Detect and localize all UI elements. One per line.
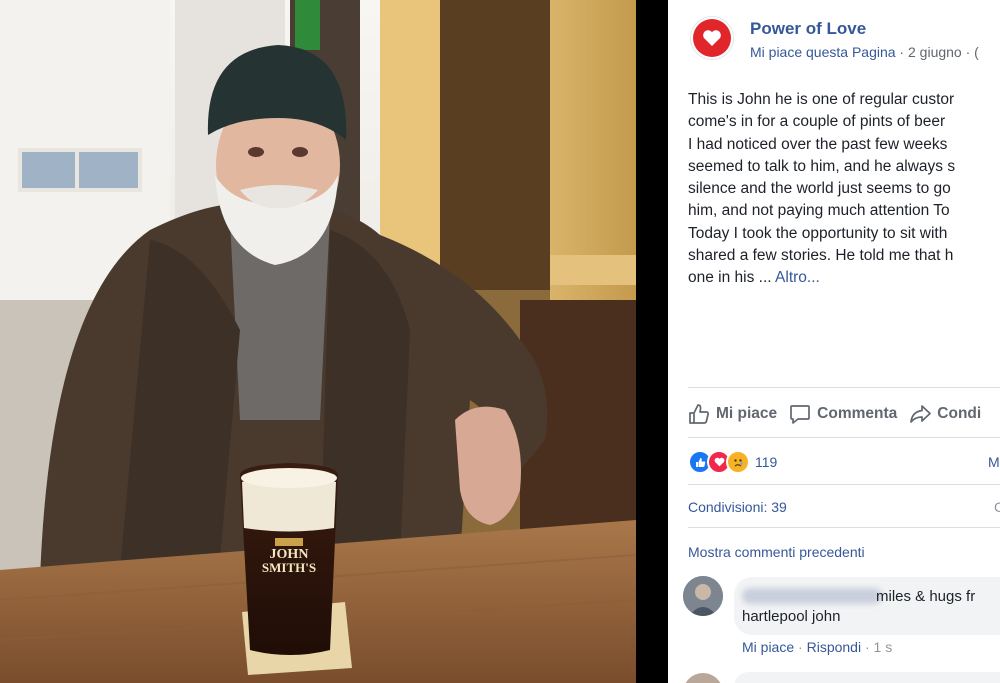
post-text-line: I had noticed over the past few weeks (688, 135, 948, 153)
comment-text-line: hartlepool john (742, 608, 841, 625)
share-arrow-icon (909, 403, 932, 425)
post-text-line: seemed to talk to him, and he always s (688, 157, 956, 175)
like-label: Mi piace (716, 405, 778, 422)
post-text-line: him, and not paying much attention To (688, 202, 950, 220)
comment-time: · 1 s (861, 639, 893, 655)
reactions-summary[interactable]: 119 (688, 450, 777, 474)
comment-like-link[interactable]: Mi piace (742, 639, 794, 655)
avatar[interactable] (683, 673, 723, 683)
post-text: This is John he is one of regular custor… (688, 89, 1000, 290)
post-actions: Mi piace Commenta Condi (688, 400, 981, 428)
photo-illustration: JOHN SMITH'S (0, 0, 636, 683)
divider (688, 484, 1000, 485)
meta-separator: · (895, 44, 908, 60)
post-side-panel: Power of Love Mi piace questa Pagina · 2… (668, 0, 1000, 683)
photo-gap (636, 0, 668, 683)
avatar[interactable] (683, 576, 723, 616)
reaction-count: 119 (755, 454, 778, 470)
comment-bubble (734, 577, 1000, 635)
post-text-line: shared a few stories. He told me that h (688, 247, 954, 265)
post-meta: Mi piace questa Pagina · 2 giugno · ( (750, 44, 979, 60)
speech-bubble-icon (789, 403, 811, 425)
divider (688, 527, 1000, 528)
show-previous-comments-link[interactable]: Mostra commenti precedenti (688, 544, 865, 560)
post-text-line: silence and the world just seems to go (688, 180, 951, 198)
post-text-line: come's in for a couple of pints of beer (688, 113, 946, 131)
comment-actions: Mi piace · Rispondi · 1 s (742, 639, 892, 655)
post-photo[interactable]: JOHN SMITH'S (0, 0, 636, 683)
divider (688, 437, 1000, 438)
comment-action-dot: · (794, 639, 807, 655)
thumbs-up-icon (688, 403, 710, 425)
page-name-link[interactable]: Power of Love (750, 19, 866, 39)
like-page-link[interactable]: Mi piace questa Pagina (750, 44, 896, 60)
comment-label: Commenta (817, 405, 898, 422)
heart-icon (693, 19, 731, 57)
post-text-line: Today I took the opportunity to sit with (688, 224, 948, 242)
post-text-line: This is John he is one of regular custor (688, 91, 955, 108)
comment-bubble (734, 672, 1000, 683)
like-button[interactable]: Mi piace (688, 403, 777, 425)
divider (688, 387, 1000, 388)
post-date[interactable]: 2 giugno (908, 44, 962, 60)
comments-count-link[interactable]: M (988, 454, 1000, 470)
meta-tail: · ( (961, 44, 979, 60)
page-avatar[interactable] (690, 16, 734, 60)
comment-author-blurred[interactable] (742, 588, 882, 604)
share-label: Condi (937, 405, 982, 422)
glass-brand-line2: SMITH'S (262, 560, 316, 575)
see-more-link[interactable]: Altro... (775, 269, 820, 286)
post-text-line-last: one in his ... Altro... (688, 267, 1000, 289)
shares-count-link[interactable]: Condivisioni: 39 (688, 499, 787, 515)
comment-reply-link[interactable]: Rispondi (807, 639, 861, 655)
share-button[interactable]: Condi (909, 403, 981, 425)
sad-reaction-icon (726, 450, 750, 474)
post-text-prefix: one in his ... (688, 269, 776, 287)
shares-right-text: C (994, 499, 1000, 515)
comment-button[interactable]: Commenta (789, 403, 897, 425)
comment-text-line: miles & hugs fr (876, 588, 976, 605)
